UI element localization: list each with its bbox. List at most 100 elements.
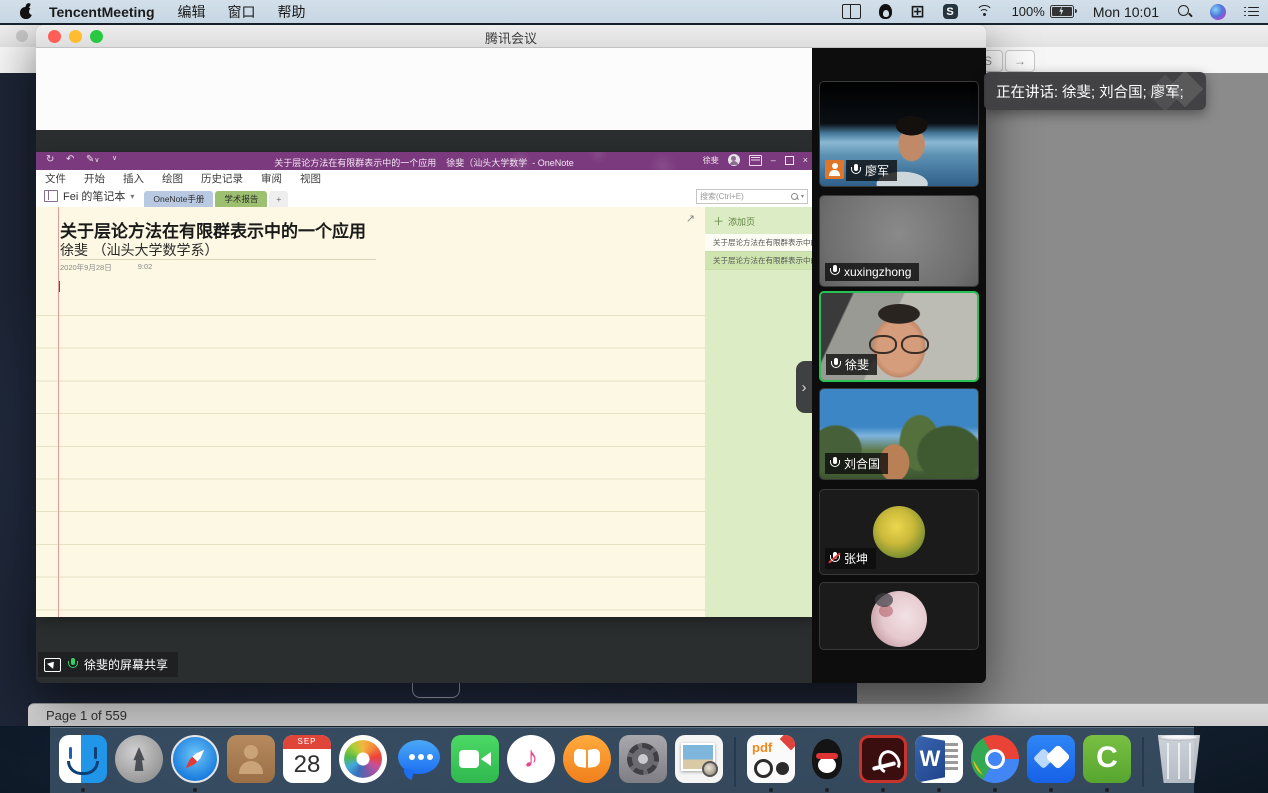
running-indicator	[193, 788, 197, 792]
minimize-button[interactable]: –	[771, 155, 776, 165]
mic-icon	[829, 457, 840, 471]
running-indicator	[1105, 788, 1109, 792]
dock-icon-finder[interactable]	[58, 735, 108, 793]
participant-tile-xuxingzhong[interactable]: xuxingzhong	[819, 195, 979, 287]
glasses	[867, 335, 931, 353]
notebook-selector[interactable]: Fei 的笔记本 ▾	[36, 188, 144, 207]
participant-tile-liuheguo[interactable]: 刘合国	[819, 388, 979, 480]
ruled-lines	[36, 315, 705, 617]
dock: SEP28 ♪ pdf W C	[50, 727, 1194, 793]
sogou-tray-icon[interactable]: S	[934, 0, 967, 23]
avatar	[871, 591, 927, 647]
note-page[interactable]: 关于层论方法在有限群表示中的一个应用 徐斐 （汕头大学数学系） 2020年9月2…	[36, 207, 705, 617]
add-section-tab[interactable]: +	[269, 191, 288, 207]
pdf-page-dark-sliver	[0, 703, 28, 726]
menu-app-name[interactable]: TencentMeeting	[37, 4, 167, 20]
spotlight-icon[interactable]	[1169, 0, 1201, 23]
tab-insert[interactable]: 插入	[114, 171, 153, 186]
participant-tile-guest[interactable]	[819, 582, 979, 650]
speaking-indicator: 正在讲话: 徐斐; 刘合国; 廖军;	[984, 72, 1206, 110]
battery-status[interactable]: 100%	[1003, 0, 1083, 23]
dock-icon-chrome[interactable]	[970, 735, 1020, 793]
video-app-tray-icon[interactable]	[833, 0, 870, 23]
add-page-button[interactable]: ＋ 添加页	[705, 207, 812, 234]
host-role-icon	[825, 160, 844, 179]
qq-tray-icon[interactable]	[870, 0, 901, 23]
title-block-underline	[60, 259, 376, 260]
participant-tile-liaojun[interactable]: 廖军	[819, 81, 979, 187]
dock-icon-launchpad[interactable]	[114, 735, 164, 793]
desktop: S → Page 1 of 559 ↻ ↶ ✎∨ ∨ 关于层论方法在有限群表示中…	[0, 0, 1268, 793]
running-indicator	[937, 788, 941, 792]
dock-icon-contacts[interactable]	[226, 735, 276, 793]
notification-center-icon[interactable]	[1235, 0, 1268, 23]
meeting-titlebar[interactable]: 腾讯会议	[36, 25, 986, 48]
dock-icon-tencent-meeting[interactable]	[1026, 735, 1076, 793]
screen-share-icon	[44, 658, 61, 672]
mic-icon	[829, 265, 840, 279]
menu-window[interactable]: 窗口	[217, 2, 267, 22]
tab-file[interactable]: 文件	[36, 171, 75, 186]
participant-tile-xufei-active-speaker[interactable]: 徐斐	[819, 291, 979, 382]
dock-icon-calendar[interactable]: SEP28	[282, 735, 332, 793]
account-name[interactable]: 徐斐	[703, 155, 719, 166]
dock-icon-photos[interactable]	[338, 735, 388, 793]
tab-history[interactable]: 历史记录	[192, 171, 252, 186]
dock-icon-preview[interactable]	[674, 735, 724, 793]
wifi-icon[interactable]	[967, 0, 1003, 23]
restore-button[interactable]	[785, 156, 794, 165]
section-tab-manual[interactable]: OneNote手册	[144, 191, 213, 207]
running-indicator	[881, 788, 885, 792]
onenote-ribbon-tabs: 文件 开始 插入 绘图 历史记录 审阅 视图	[36, 170, 812, 187]
dock-icon-music[interactable]: ♪	[506, 735, 556, 793]
tab-view[interactable]: 视图	[291, 171, 330, 186]
arrow-tool-button[interactable]: →	[1005, 50, 1035, 72]
menu-help[interactable]: 帮助	[267, 2, 317, 22]
dock-icon-qq[interactable]	[802, 735, 852, 793]
dock-icon-books[interactable]	[562, 735, 612, 793]
notebook-icon	[44, 190, 58, 202]
search-input[interactable]: 搜索(Ctrl+E) ▾	[696, 189, 808, 204]
dock-icon-acrobat[interactable]	[858, 735, 908, 793]
dock-icon-camtasia[interactable]: C	[1082, 735, 1132, 793]
onenote-content: 关于层论方法在有限群表示中的一个应用 徐斐 （汕头大学数学系） 2020年9月2…	[36, 207, 812, 617]
ribbon-options-icon[interactable]	[749, 155, 762, 166]
dock-icon-trash[interactable]	[1154, 735, 1204, 793]
account-avatar[interactable]	[728, 154, 740, 166]
dock-icon-pdf-expert[interactable]: pdf	[746, 735, 796, 793]
dock-icon-facetime[interactable]	[450, 735, 500, 793]
running-indicator	[81, 788, 85, 792]
tab-draw[interactable]: 绘图	[153, 171, 192, 186]
dock-icon-messages[interactable]	[394, 735, 444, 793]
section-tab-reports[interactable]: 学术报告	[215, 191, 267, 207]
dock-divider	[734, 737, 736, 787]
page-list-item[interactable]: 关于层论方法在有限群表示中的应	[705, 252, 812, 270]
dock-icon-word[interactable]: W	[914, 735, 964, 793]
apple-menu-icon[interactable]	[20, 4, 33, 19]
expand-page-icon[interactable]: ↗	[686, 212, 695, 225]
note-meta: 2020年9月28日 9:02	[60, 262, 152, 273]
input-method-tray-icon[interactable]: ⊞	[901, 0, 933, 23]
note-title[interactable]: 关于层论方法在有限群表示中的一个应用	[60, 217, 366, 242]
dock-icon-safari[interactable]	[170, 735, 220, 793]
note-author[interactable]: 徐斐 （汕头大学数学系）	[60, 240, 218, 260]
tab-home[interactable]: 开始	[75, 171, 114, 186]
note-time: 9:02	[138, 262, 153, 273]
page-list-item-selected[interactable]: 关于层论方法在有限群表示中的一	[705, 234, 812, 252]
close-button[interactable]: ×	[803, 155, 808, 165]
margin-line	[58, 207, 59, 617]
participant-tile-zhangkun[interactable]: 张坤	[819, 489, 979, 575]
tab-review[interactable]: 审阅	[252, 171, 291, 186]
dock-icon-system-preferences[interactable]	[618, 735, 668, 793]
collapse-panel-handle[interactable]: ›	[796, 361, 812, 413]
siri-icon[interactable]	[1201, 0, 1235, 23]
battery-icon	[1050, 5, 1074, 18]
running-indicator	[1049, 788, 1053, 792]
shared-desktop-blank	[36, 47, 812, 130]
menu-edit[interactable]: 编辑	[167, 2, 217, 22]
onenote-window-title: 关于层论方法在有限群表示中的一个应用 徐斐（汕头大学数学 - OneNote	[36, 156, 812, 169]
menu-clock[interactable]: Mon 10:01	[1083, 0, 1169, 23]
avatar	[873, 506, 925, 558]
screen-share-badge: 徐斐的屏幕共享	[38, 652, 178, 677]
search-scope-caret: ▾	[801, 193, 804, 200]
